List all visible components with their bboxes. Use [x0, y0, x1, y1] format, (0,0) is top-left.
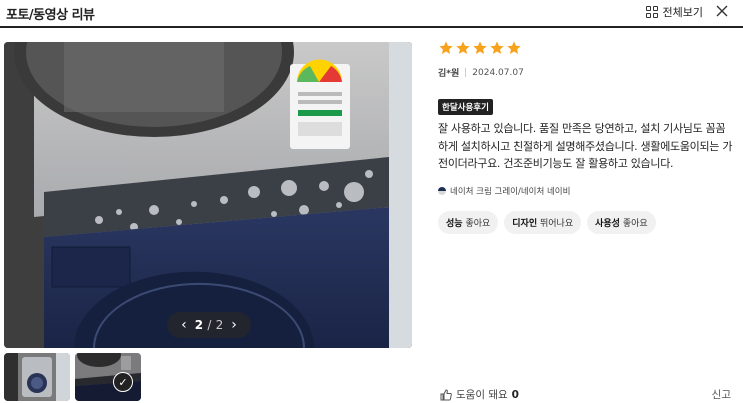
helpful-button[interactable]: 도움이 돼요 0 — [440, 387, 519, 402]
selected-check-icon: ✓ — [113, 372, 133, 392]
close-icon[interactable] — [714, 3, 730, 19]
thumbnail-1[interactable] — [4, 353, 70, 401]
thumbs-up-icon — [440, 388, 452, 400]
view-all-button[interactable]: 전체보기 — [645, 4, 703, 20]
review-text: 잘 사용하고 있습니다. 품질 만족은 당연하고, 설치 기사님도 꼼꼼하게 설… — [438, 122, 733, 170]
star-icon — [490, 41, 504, 54]
review-content: 김*원 2024.07.07 한달사용후기 잘 사용하고 있습니다. 품질 만족… — [438, 40, 738, 234]
star-rating — [438, 40, 738, 60]
tag-usability: 사용성 좋아요 — [587, 210, 656, 234]
tag-design: 디자인 뛰어나요 — [504, 210, 582, 234]
star-icon — [456, 41, 470, 54]
view-all-label: 전체보기 — [662, 6, 703, 19]
evaluation-tags: 성능 좋아요 디자인 뛰어나요 사용성 좋아요 — [438, 210, 738, 234]
modal-title: 포토/동영상 리뷰 — [6, 8, 95, 23]
thumbnail-strip: ✓ — [4, 353, 141, 401]
thumbnail-2[interactable]: ✓ — [75, 353, 141, 401]
review-photo[interactable]: ‹ 2 / 2 › — [4, 42, 412, 348]
review-date: 2024.07.07 — [472, 67, 524, 78]
reviewer-name: 김*원 — [438, 69, 460, 79]
purchased-option: 네이처 크림 그레이/네이처 네이비 — [438, 185, 738, 197]
review-meta: 김*원 2024.07.07 — [438, 66, 738, 80]
report-button[interactable]: 신고 — [712, 387, 731, 402]
star-icon — [473, 41, 487, 54]
review-type-badge: 한달사용후기 — [438, 99, 493, 115]
photo-pager: ‹ 2 / 2 › — [167, 312, 251, 338]
grid-icon — [645, 6, 658, 18]
thumbnail-1-image — [4, 353, 70, 401]
tag-performance: 성능 좋아요 — [438, 210, 499, 234]
color-swatch-icon — [438, 186, 446, 195]
review-photo-image — [4, 42, 412, 348]
star-icon — [439, 41, 453, 54]
helpful-label: 도움이 돼요 — [456, 389, 508, 401]
modal-header: 포토/동영상 리뷰 전체보기 — [0, 0, 743, 28]
next-photo-button[interactable]: › — [231, 318, 237, 332]
meta-divider — [465, 68, 467, 77]
option-label: 네이처 크림 그레이/네이처 네이비 — [450, 186, 571, 197]
prev-photo-button[interactable]: ‹ — [181, 318, 187, 332]
helpful-count: 0 — [511, 388, 519, 401]
star-icon — [507, 41, 521, 54]
pager-count: 2 / 2 — [194, 318, 224, 332]
